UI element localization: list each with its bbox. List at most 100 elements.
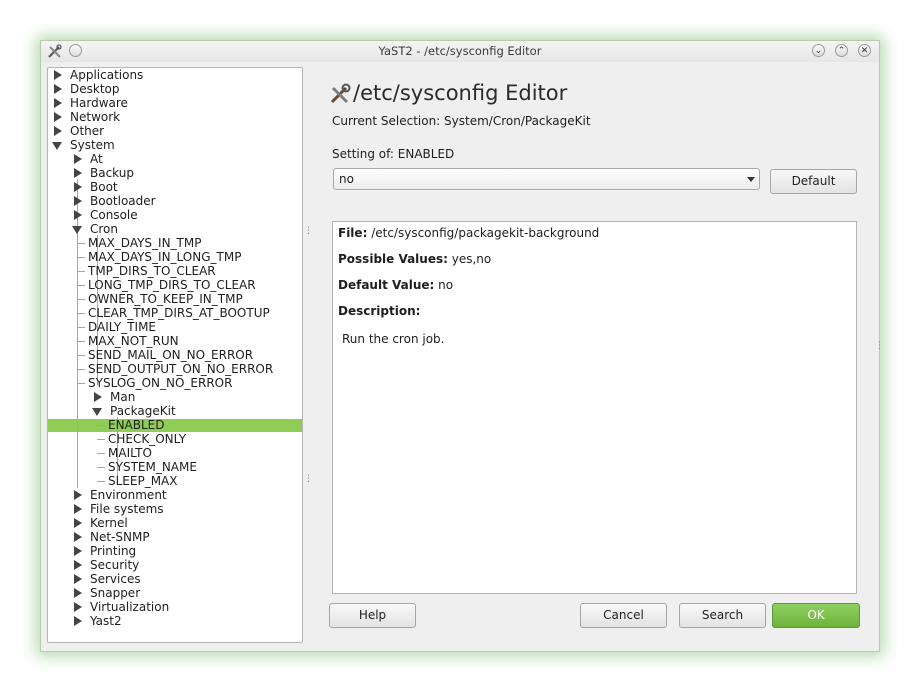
tree-item[interactable]: At bbox=[90, 152, 103, 166]
tree-branch-line bbox=[77, 271, 85, 272]
title-bar[interactable]: YaST2 - /etc/sysconfig Editor ⌄ ⌃ ✕ bbox=[41, 41, 879, 62]
tree-item[interactable]: OWNER_TO_KEEP_IN_TMP bbox=[88, 292, 243, 306]
file-value: /etc/sysconfig/packagekit-background bbox=[371, 226, 600, 240]
tree-item[interactable]: Services bbox=[90, 572, 141, 586]
tree-item[interactable]: Security bbox=[90, 558, 139, 572]
tree-item[interactable]: MAX_DAYS_IN_LONG_TMP bbox=[88, 250, 241, 264]
tree-item[interactable]: Backup bbox=[90, 166, 134, 180]
tree-branch-line bbox=[77, 243, 85, 244]
tree-item[interactable]: Kernel bbox=[90, 516, 128, 530]
tree-branch-line bbox=[97, 439, 105, 440]
expand-arrow-icon[interactable] bbox=[74, 588, 82, 598]
tree-item[interactable]: Console bbox=[90, 208, 138, 222]
tree-item[interactable]: Desktop bbox=[70, 82, 120, 96]
splitter-handle[interactable]: ⋮ bbox=[304, 226, 313, 236]
collapse-arrow-icon[interactable] bbox=[92, 408, 102, 416]
search-button[interactable]: Search bbox=[679, 603, 766, 628]
help-button[interactable]: Help bbox=[329, 603, 416, 628]
minimize-button[interactable]: ⌄ bbox=[812, 44, 825, 57]
default-value-label: Default Value: bbox=[338, 278, 435, 292]
tree-branch-line bbox=[77, 383, 85, 384]
ok-button[interactable]: OK bbox=[772, 603, 860, 628]
expand-arrow-icon[interactable] bbox=[74, 168, 82, 178]
expand-arrow-icon[interactable] bbox=[74, 490, 82, 500]
description-label: Description: bbox=[338, 304, 421, 318]
tree-item[interactable]: Hardware bbox=[70, 96, 128, 110]
value-combobox[interactable]: no bbox=[333, 168, 760, 190]
tree-branch-line bbox=[97, 425, 105, 426]
expand-arrow-icon[interactable] bbox=[54, 70, 62, 80]
default-value: no bbox=[438, 278, 454, 292]
tree-item[interactable]: Other bbox=[70, 124, 104, 138]
tree-item[interactable]: Boot bbox=[90, 180, 118, 194]
tree-item[interactable]: Printing bbox=[90, 544, 136, 558]
expand-arrow-icon[interactable] bbox=[74, 504, 82, 514]
expand-arrow-icon[interactable] bbox=[74, 210, 82, 220]
expand-arrow-icon[interactable] bbox=[74, 602, 82, 612]
tree-selection-highlight bbox=[48, 419, 302, 432]
expand-arrow-icon[interactable] bbox=[54, 98, 62, 108]
expand-arrow-icon[interactable] bbox=[74, 560, 82, 570]
tree-item[interactable]: DAILY_TIME bbox=[88, 320, 156, 334]
tree-item[interactable]: PackageKit bbox=[110, 404, 176, 418]
tree-branch-line bbox=[77, 355, 85, 356]
maximize-button[interactable]: ⌃ bbox=[835, 44, 848, 57]
tree-item[interactable]: TMP_DIRS_TO_CLEAR bbox=[88, 264, 216, 278]
tree-item[interactable]: SYSTEM_NAME bbox=[108, 460, 197, 474]
close-button[interactable]: ✕ bbox=[858, 44, 871, 57]
default-button[interactable]: Default bbox=[770, 169, 857, 194]
tree-item[interactable]: SYSLOG_ON_NO_ERROR bbox=[88, 376, 232, 390]
tree-item[interactable]: Cron bbox=[90, 222, 118, 236]
expand-arrow-icon[interactable] bbox=[54, 84, 62, 94]
cancel-button[interactable]: Cancel bbox=[580, 603, 667, 628]
possible-values: yes,no bbox=[451, 252, 492, 266]
expand-arrow-icon[interactable] bbox=[74, 182, 82, 192]
tree-item[interactable]: CHECK_ONLY bbox=[108, 432, 186, 446]
tree-item[interactable]: Bootloader bbox=[90, 194, 156, 208]
expand-arrow-icon[interactable] bbox=[74, 574, 82, 584]
tree-item[interactable]: Virtualization bbox=[90, 600, 169, 614]
tree-item[interactable]: Applications bbox=[70, 68, 143, 82]
tree-branch-line bbox=[77, 369, 85, 370]
tree-item[interactable]: SLEEP_MAX bbox=[108, 474, 178, 488]
chevron-down-icon bbox=[747, 177, 755, 182]
tree-item[interactable]: MAILTO bbox=[108, 446, 152, 460]
window-title: YaST2 - /etc/sysconfig Editor bbox=[378, 44, 542, 58]
tree-item[interactable]: Environment bbox=[90, 488, 167, 502]
close-icon: ✕ bbox=[860, 46, 869, 56]
tree-item[interactable]: Snapper bbox=[90, 586, 140, 600]
chevron-down-icon: ⌄ bbox=[814, 46, 823, 56]
tree-item[interactable]: Man bbox=[110, 390, 135, 404]
tree-item[interactable]: Yast2 bbox=[90, 614, 122, 628]
tree-item[interactable]: MAX_NOT_RUN bbox=[88, 334, 179, 348]
tree-item[interactable]: SEND_OUTPUT_ON_NO_ERROR bbox=[88, 362, 273, 376]
expand-arrow-icon[interactable] bbox=[54, 112, 62, 122]
sysconfig-tree[interactable]: Applications Desktop Hardware Network Other S… bbox=[47, 67, 303, 643]
tree-item[interactable]: LONG_TMP_DIRS_TO_CLEAR bbox=[88, 278, 256, 292]
tree-item[interactable]: Net-SNMP bbox=[90, 530, 150, 544]
setting-of-label: Setting of: ENABLED bbox=[332, 147, 455, 161]
tree-item[interactable]: CLEAR_TMP_DIRS_AT_BOOTUP bbox=[88, 306, 270, 320]
collapse-arrow-icon[interactable] bbox=[52, 142, 62, 150]
expand-arrow-icon[interactable] bbox=[94, 392, 102, 402]
possible-values-label: Possible Values: bbox=[338, 252, 448, 266]
expand-arrow-icon[interactable] bbox=[74, 532, 82, 542]
resize-handle[interactable]: ⋮ bbox=[875, 341, 884, 351]
expand-arrow-icon[interactable] bbox=[54, 126, 62, 136]
tree-item-selected[interactable]: ENABLED bbox=[108, 418, 165, 432]
splitter-handle[interactable]: ⋮ bbox=[304, 474, 313, 484]
tree-item[interactable]: Network bbox=[70, 110, 120, 124]
file-label: File: bbox=[338, 226, 368, 240]
tree-item[interactable]: MAX_DAYS_IN_TMP bbox=[88, 236, 201, 250]
expand-arrow-icon[interactable] bbox=[74, 518, 82, 528]
collapse-arrow-icon[interactable] bbox=[72, 226, 82, 234]
tree-item[interactable]: SEND_MAIL_ON_NO_ERROR bbox=[88, 348, 253, 362]
tree-item[interactable]: System bbox=[70, 138, 115, 152]
expand-arrow-icon[interactable] bbox=[74, 196, 82, 206]
tree-item[interactable]: File systems bbox=[90, 502, 164, 516]
expand-arrow-icon[interactable] bbox=[74, 546, 82, 556]
expand-arrow-icon[interactable] bbox=[74, 154, 82, 164]
yast-window: YaST2 - /etc/sysconfig Editor ⌄ ⌃ ✕ Appl… bbox=[40, 40, 884, 652]
expand-arrow-icon[interactable] bbox=[74, 616, 82, 626]
tree-branch-line bbox=[77, 313, 85, 314]
